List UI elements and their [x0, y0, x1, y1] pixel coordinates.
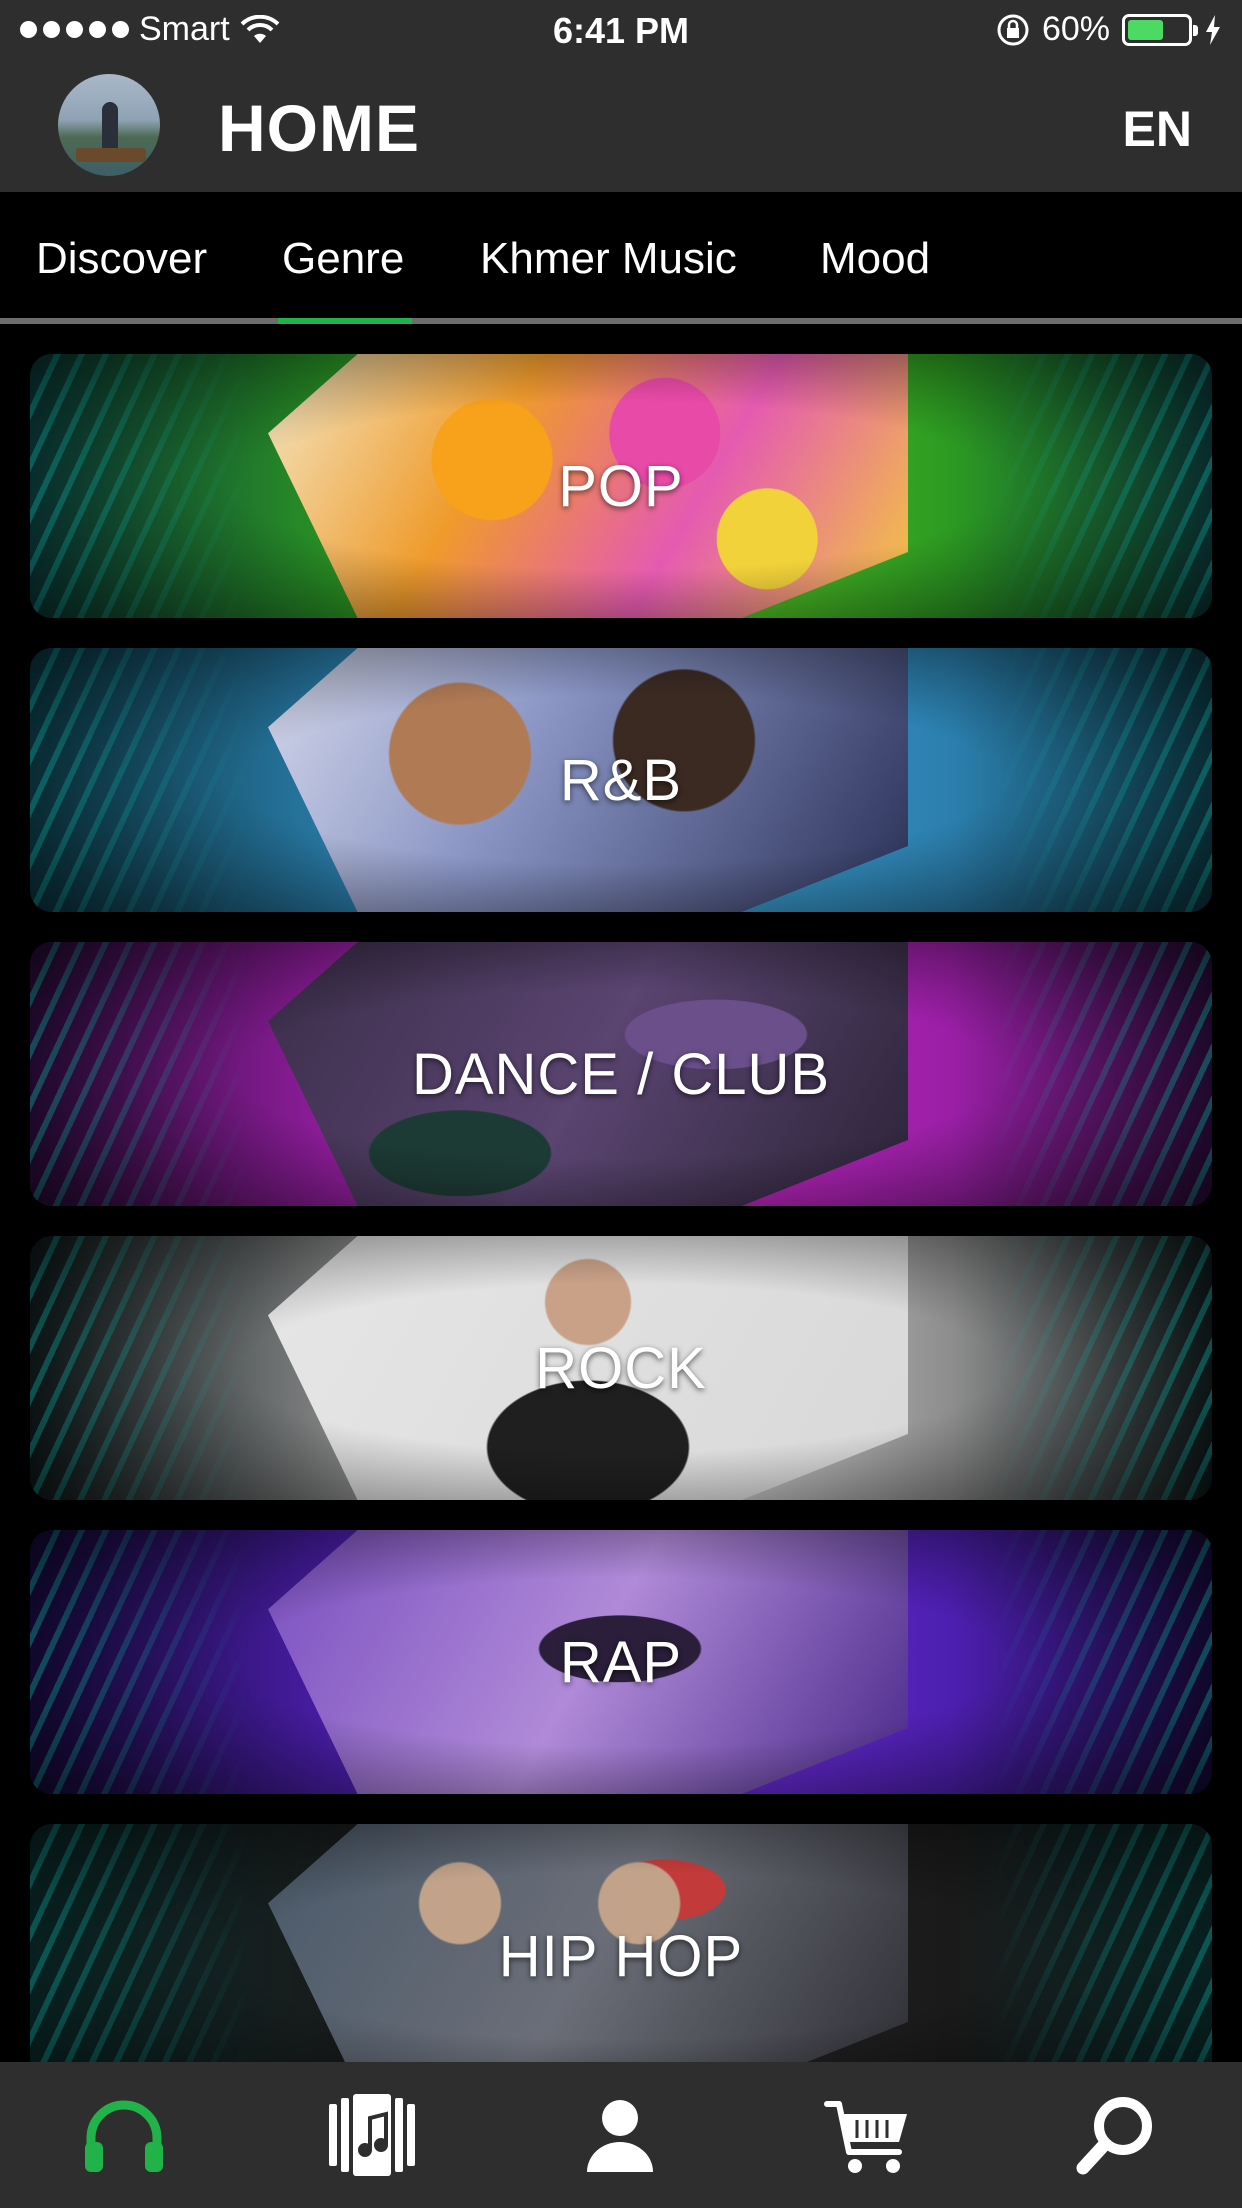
nav-profile-button[interactable]	[496, 2062, 744, 2208]
genre-card-dance-club[interactable]: DANCE / CLUB	[30, 942, 1212, 1206]
genre-label: HIP HOP	[498, 1923, 744, 1989]
profile-icon	[587, 2100, 653, 2172]
genre-list[interactable]: POP R&B DANCE / CLUB ROCK RAP HIP HOP	[0, 324, 1242, 2062]
status-bar: Smart 6:41 PM 60%	[0, 0, 1242, 62]
headphones-icon	[85, 2100, 163, 2172]
genre-label: ROCK	[535, 1335, 707, 1401]
tab-genre[interactable]: Genre	[282, 234, 404, 284]
genre-card-rnb[interactable]: R&B	[30, 648, 1212, 912]
genre-card-rock[interactable]: ROCK	[30, 1236, 1212, 1500]
genre-label: POP	[558, 453, 684, 519]
page-title: HOME	[218, 91, 420, 165]
nav-listen-button[interactable]	[0, 2062, 248, 2208]
tab-mood[interactable]: Mood	[820, 234, 930, 284]
tab-discover[interactable]: Discover	[36, 234, 207, 284]
avatar-figure	[102, 102, 118, 150]
search-icon	[1076, 2097, 1152, 2175]
avatar[interactable]	[58, 74, 160, 176]
cart-icon	[824, 2101, 907, 2173]
rotation-lock-icon	[997, 14, 1029, 45]
nav-search-button[interactable]	[992, 2062, 1240, 2208]
genre-card-pop[interactable]: POP	[30, 354, 1212, 618]
nav-library-button[interactable]	[248, 2062, 496, 2208]
battery-icon	[1122, 13, 1198, 46]
genre-card-hip-hop[interactable]: HIP HOP	[30, 1824, 1212, 2062]
genre-label: DANCE / CLUB	[411, 1041, 831, 1107]
music-library-icon	[329, 2094, 415, 2176]
avatar-boat	[76, 148, 146, 162]
bottom-nav	[0, 2062, 1242, 2208]
nav-cart-button[interactable]	[744, 2062, 992, 2208]
charging-bolt-icon	[1206, 14, 1220, 45]
battery-fill	[1128, 19, 1163, 40]
genre-card-rap[interactable]: RAP	[30, 1530, 1212, 1794]
language-button[interactable]: EN	[1123, 100, 1192, 158]
genre-label: RAP	[559, 1629, 683, 1695]
category-tabs: Discover Genre Khmer Music Mood	[0, 192, 1242, 324]
tab-khmer-music[interactable]: Khmer Music	[480, 234, 737, 284]
battery-percent: 60%	[1041, 10, 1110, 48]
app-header: HOME EN	[0, 62, 1242, 192]
genre-label: R&B	[559, 747, 683, 813]
status-right: 60%	[996, 10, 1222, 49]
